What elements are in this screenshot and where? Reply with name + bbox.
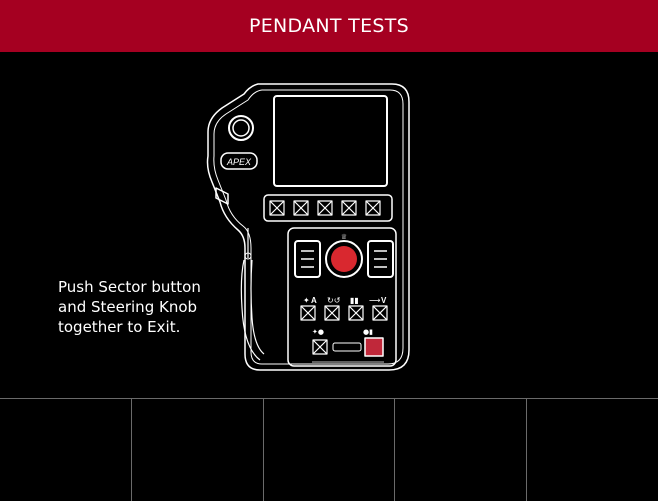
function-label-v: V (381, 296, 387, 305)
softkey-3[interactable] (263, 399, 396, 501)
softkey-5[interactable] (527, 399, 658, 501)
pendant-inner-body (213, 89, 404, 365)
svg-text:✦: ✦ (303, 296, 310, 305)
steering-knob-center (331, 246, 357, 272)
bottom-logo-badge (332, 342, 362, 352)
svg-text:✦●: ✦● (312, 328, 324, 336)
svg-text:▮▮: ▮▮ (350, 296, 359, 305)
softkey-bar (0, 398, 658, 501)
function-label-a: A (311, 296, 317, 305)
function-icon-labels: ✦ A ↻↺ ▮▮ ⟶ V (303, 296, 387, 305)
softkey-1[interactable] (0, 399, 132, 501)
pendant-diagram: APEX ♕ ✦ A ↻↺ ▮▮ ⟶ V ✦● ●▮ (206, 83, 410, 371)
function-buttons (300, 305, 388, 321)
brand-text: APEX (226, 157, 252, 167)
svg-text:♕: ♕ (341, 233, 347, 241)
softkey-4[interactable] (395, 399, 528, 501)
page-title: PENDANT TESTS (248, 15, 410, 37)
title-bar: PENDANT TESTS (0, 0, 658, 52)
pendant-outer-body (206, 83, 410, 371)
svg-text:●▮: ●▮ (363, 328, 373, 336)
svg-text:↻↺: ↻↺ (327, 296, 341, 305)
svg-text:⟶: ⟶ (369, 296, 381, 305)
top-buttons (269, 200, 381, 216)
pendant-screen (273, 95, 388, 187)
sector-button (364, 337, 384, 357)
softkey-2[interactable] (131, 399, 264, 501)
